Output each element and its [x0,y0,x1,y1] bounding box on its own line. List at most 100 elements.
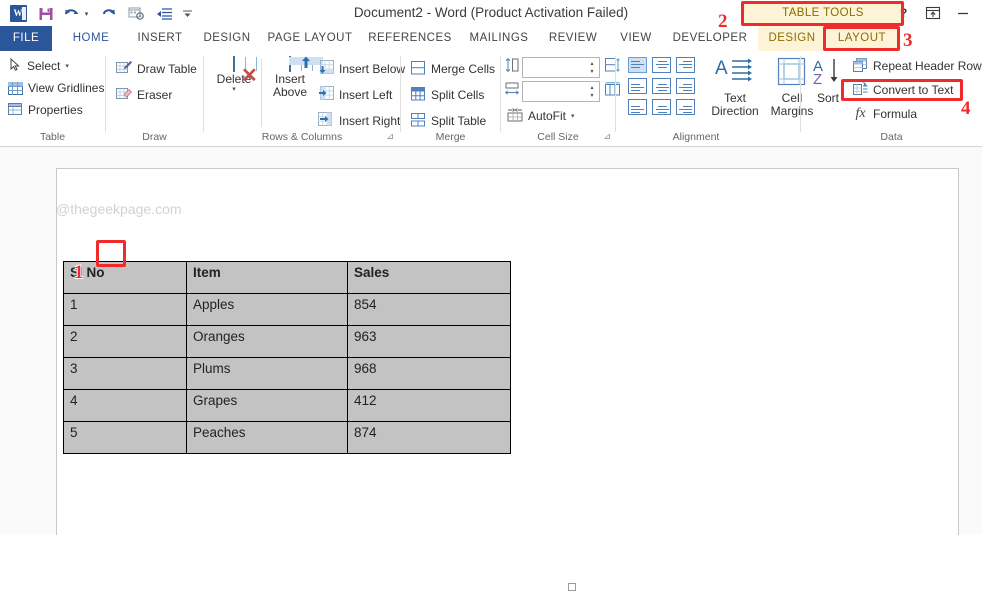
cursor-arrow-icon [8,57,22,75]
tab-table-design[interactable]: DESIGN [758,26,826,51]
table-cell[interactable]: Plums [186,357,348,390]
insert-right-label: Insert Right [339,114,401,128]
table-cell[interactable]: 1 [63,293,187,326]
align-bottom-right-button[interactable] [676,99,695,115]
minimize-button[interactable] [948,2,978,24]
align-top-center-button[interactable] [652,57,671,73]
select-button[interactable]: Select ▾ [6,55,104,77]
table-row: 5 Peaches 874 [63,421,511,454]
autofit-label: AutoFit [528,109,567,123]
table-cell[interactable]: Oranges [186,325,348,358]
table-header-cell[interactable]: Item [186,261,348,294]
ribbon-group-rows-columns: ✕ Delete ▾ Insert Above Insert Below Ins… [204,51,405,145]
align-center-right-button[interactable] [676,78,695,94]
text-direction-icon: A [715,57,755,90]
group-separator [261,59,262,127]
table-cell[interactable]: Apples [186,293,348,326]
table-row: 3 Plums 968 [63,357,511,390]
align-bottom-left-button[interactable] [628,99,647,115]
table-cell[interactable]: 874 [347,421,511,454]
tab-insert[interactable]: INSERT [128,26,192,51]
tab-mailings[interactable]: MAILINGS [462,26,536,51]
delete-button[interactable]: ✕ Delete ▾ [209,56,259,93]
table-cell[interactable]: 963 [347,325,511,358]
column-width-input[interactable]: ▴ ▾ [522,81,600,102]
eraser-icon [116,86,133,104]
eraser-button[interactable]: Eraser [114,82,197,108]
annotation-number-3: 3 [903,30,913,51]
align-top-left-button[interactable] [628,57,647,73]
gridlines-icon [8,81,23,95]
merge-cells-button[interactable]: Merge Cells [409,56,495,82]
text-direction-label-2: Direction [711,104,759,118]
group-label-table: Table [39,131,66,143]
group-label-cell-size: Cell Size [537,131,579,143]
rows-columns-dialog-launcher[interactable]: ⊿ [386,131,394,142]
align-top-right-button[interactable] [676,57,695,73]
split-cells-label: Split Cells [431,88,485,102]
group-label-merge: Merge [435,131,466,143]
ribbon-group-merge: Merge Cells Split Cells Split Table Merg… [401,51,500,145]
autofit-button[interactable]: AutoFit ▾ [505,105,575,127]
table-cell[interactable]: 3 [63,357,187,390]
annotation-number-1: 1 [74,262,84,283]
ribbon-display-options-button[interactable] [918,2,948,24]
insert-below-button[interactable]: Insert Below [316,56,405,82]
insert-below-label: Insert Below [339,62,406,76]
table-header-row: Sl No Item Sales [63,261,511,294]
table-cell[interactable]: 2 [63,325,187,358]
cell-size-dialog-launcher[interactable]: ⊿ [603,131,611,142]
insert-left-icon [318,86,334,104]
annotation-number-4: 4 [961,98,971,119]
insert-above-label-2: Above [272,85,308,99]
annotation-box-step-4 [841,79,963,101]
split-cells-button[interactable]: Split Cells [409,82,495,108]
table-cell[interactable]: 412 [347,389,511,422]
align-bottom-center-button[interactable] [652,99,671,115]
insert-above-button[interactable]: Insert Above [266,56,323,99]
table-cell[interactable]: 968 [347,357,511,390]
align-center-button[interactable] [652,78,671,94]
table-cell[interactable]: 4 [63,389,187,422]
table-cell[interactable]: 5 [63,421,187,454]
end-of-table-marker [568,583,576,591]
draw-table-button[interactable]: Draw Table [114,56,197,82]
align-center-left-button[interactable] [628,78,647,94]
table-cell[interactable]: Peaches [186,421,348,454]
chevron-down-icon: ▾ [232,86,236,93]
insert-right-icon [318,112,334,130]
tab-file[interactable]: FILE [0,26,52,51]
repeat-header-rows-button[interactable]: Repeat Header Rows [851,54,982,78]
group-label-rows-columns: Rows & Columns [261,131,343,143]
row-height-input[interactable]: ▴ ▾ [522,57,600,78]
tab-developer[interactable]: DEVELOPER [666,26,754,51]
tab-page-layout[interactable]: PAGE LAYOUT [262,26,358,51]
sort-label: Sort [816,91,839,105]
table-header-cell[interactable]: Sales [347,261,511,294]
document-area[interactable]: @thegeekpage.com Sl No Item Sales 1 Appl… [0,147,982,591]
ribbon: Select ▾ View Gridlines Properties Table… [0,51,982,147]
tab-design[interactable]: DESIGN [195,26,259,51]
column-width-spinner[interactable]: ▴ ▾ [586,83,598,100]
svg-text:Z: Z [813,71,822,87]
annotation-box-step-2 [741,1,904,26]
watermark-text: @thegeekpage.com [56,201,182,217]
split-table-label: Split Table [431,114,487,128]
insert-left-button[interactable]: Insert Left [316,82,405,108]
properties-button[interactable]: Properties [6,99,104,121]
table-cell[interactable]: 854 [347,293,511,326]
word-application-window: ▾ [0,0,982,591]
tab-home[interactable]: HOME [60,26,122,51]
tab-references[interactable]: REFERENCES [362,26,458,51]
merge-cells-icon [411,60,426,78]
tab-view[interactable]: VIEW [610,26,662,51]
ribbon-group-table: Select ▾ View Gridlines Properties Table [0,51,105,145]
row-height-spinner[interactable]: ▴ ▾ [586,59,598,76]
text-direction-button[interactable]: A Text Direction [706,57,764,118]
document-table[interactable]: Sl No Item Sales 1 Apples 854 2 Oranges … [63,261,511,454]
table-row: 1 Apples 854 [63,293,511,326]
table-cell[interactable]: Grapes [186,389,348,422]
group-label-draw: Draw [142,131,167,143]
view-gridlines-button[interactable]: View Gridlines [6,77,104,99]
tab-review[interactable]: REVIEW [540,26,606,51]
